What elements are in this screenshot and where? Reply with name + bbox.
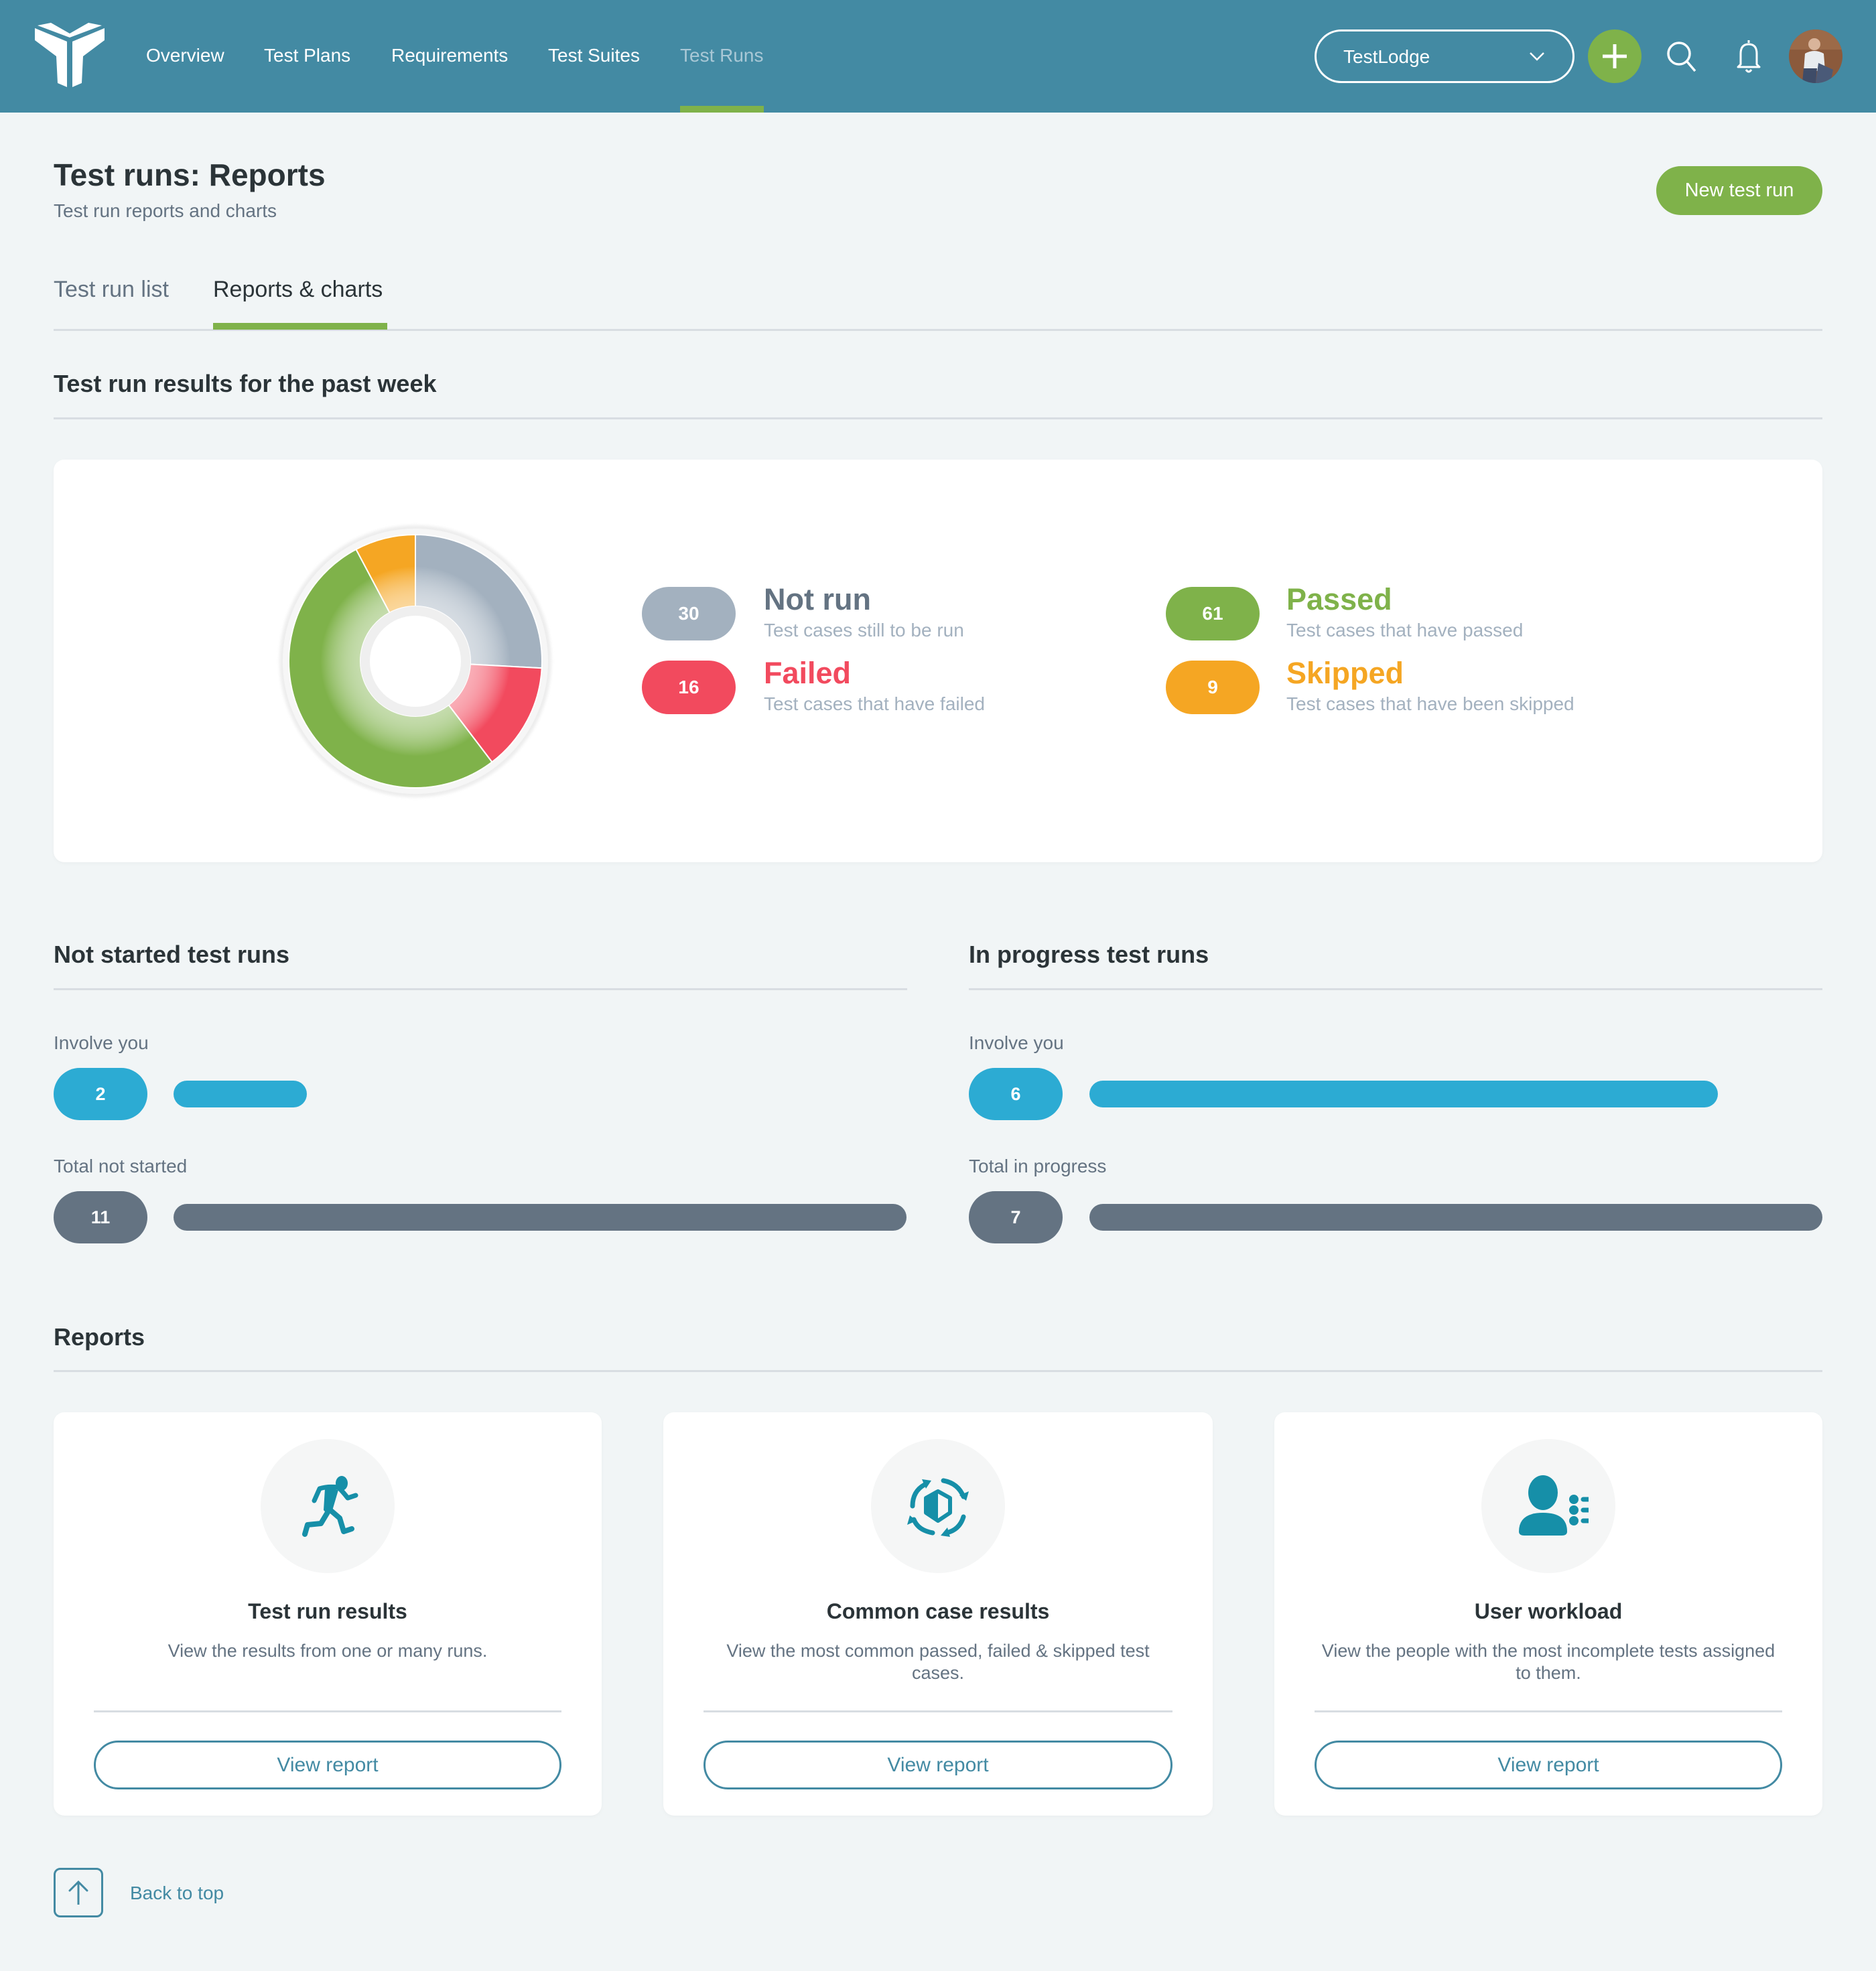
not-started-involve-count: 2 — [54, 1068, 147, 1120]
chevron-down-icon — [1530, 52, 1544, 61]
not-started-involve-label: Involve you — [54, 1032, 149, 1053]
view-report-button[interactable]: View report — [94, 1741, 561, 1789]
reports-divider — [54, 1370, 1822, 1372]
report-card-divider — [704, 1710, 1172, 1712]
nav-test-runs[interactable]: Test Runs — [680, 44, 764, 67]
results-donut-chart — [279, 525, 551, 797]
legend-count-failed: 16 — [642, 661, 736, 714]
bell-icon[interactable] — [1727, 35, 1770, 78]
legend-desc-passed: Test cases that have passed — [1286, 620, 1524, 640]
report-card-test-run-results: Test run results View the results from o… — [54, 1412, 602, 1816]
in-progress-divider — [969, 988, 1822, 990]
report-card-divider — [94, 1710, 561, 1712]
not-started-total-label: Total not started — [54, 1156, 188, 1176]
view-report-button[interactable]: View report — [1315, 1741, 1782, 1789]
report-card-title: Test run results — [248, 1599, 407, 1623]
tab-active-indicator — [213, 323, 387, 330]
not-started-involve-bar — [174, 1081, 307, 1107]
donut-hole — [370, 616, 461, 707]
in-progress-total-label: Total in progress — [969, 1156, 1107, 1176]
legend-count-not-run: 30 — [642, 587, 736, 640]
legend-desc-failed: Test cases that have failed — [764, 693, 985, 714]
project-select-value: TestLodge — [1343, 46, 1430, 67]
report-card-title: Common case results — [826, 1599, 1050, 1623]
in-progress-title: In progress test runs — [969, 941, 1209, 968]
results-divider — [54, 417, 1822, 419]
tab-reports-charts[interactable]: Reports & charts — [213, 276, 383, 303]
nav-overview[interactable]: Overview — [146, 44, 224, 67]
results-chart-card: 30 Not run Test cases still to be run 16… — [54, 460, 1822, 862]
user-avatar[interactable] — [1789, 29, 1842, 83]
plus-icon — [1603, 44, 1627, 68]
new-test-run-button[interactable]: New test run — [1656, 166, 1822, 215]
legend-title-not-run: Not run — [764, 582, 871, 616]
report-icon-circle — [1481, 1439, 1615, 1573]
legend-title-failed: Failed — [764, 656, 852, 690]
back-to-top-button[interactable] — [54, 1868, 103, 1917]
top-navbar: Overview Test Plans Requirements Test Su… — [0, 0, 1876, 113]
in-progress-involve-label: Involve you — [969, 1032, 1064, 1053]
not-started-total-count: 11 — [54, 1191, 147, 1243]
report-icon-circle — [261, 1439, 395, 1573]
view-report-button[interactable]: View report — [704, 1741, 1172, 1789]
results-section-title: Test run results for the past week — [54, 370, 437, 397]
add-button[interactable] — [1588, 29, 1642, 83]
page-subtitle: Test run reports and charts — [54, 200, 277, 221]
report-card-description: View the people with the most incomplete… — [1321, 1641, 1776, 1683]
nav-test-suites[interactable]: Test Suites — [548, 44, 640, 67]
report-card-user-workload: User workload View the people with the m… — [1274, 1412, 1822, 1816]
testlodge-logo[interactable] — [32, 23, 107, 88]
nav-active-indicator — [680, 106, 764, 113]
in-progress-total-bar — [1089, 1204, 1822, 1231]
in-progress-involve-bar — [1089, 1081, 1718, 1107]
search-icon[interactable] — [1660, 35, 1703, 78]
in-progress-total-count: 7 — [969, 1191, 1063, 1243]
legend-title-passed: Passed — [1286, 582, 1392, 616]
legend-desc-skipped: Test cases that have been skipped — [1286, 693, 1574, 714]
in-progress-involve-count: 6 — [969, 1068, 1063, 1120]
legend-count-skipped: 9 — [1166, 661, 1260, 714]
report-card-description: View the results from one or many runs. — [168, 1641, 488, 1661]
project-select[interactable]: TestLodge — [1315, 29, 1574, 83]
nav-test-plans[interactable]: Test Plans — [264, 44, 350, 67]
cycle-cube-icon — [907, 1478, 969, 1537]
reports-title: Reports — [54, 1323, 145, 1351]
report-card-title: User workload — [1474, 1599, 1623, 1623]
user-list-icon — [1519, 1475, 1589, 1536]
not-started-divider — [54, 988, 907, 990]
report-card-common-case-results: Common case results View the most common… — [663, 1412, 1213, 1816]
running-person-icon — [302, 1476, 358, 1537]
report-card-description: View the most common passed, failed & sk… — [726, 1641, 1150, 1683]
avatar-photo — [1789, 29, 1842, 83]
legend-title-skipped: Skipped — [1286, 656, 1404, 690]
legend-count-passed: 61 — [1166, 587, 1260, 640]
nav-requirements[interactable]: Requirements — [391, 44, 508, 67]
legend-desc-not-run: Test cases still to be run — [764, 620, 964, 640]
report-icon-circle — [871, 1439, 1005, 1573]
not-started-total-bar — [174, 1204, 907, 1231]
tab-test-run-list[interactable]: Test run list — [54, 276, 169, 303]
back-to-top-link[interactable]: Back to top — [130, 1882, 224, 1905]
not-started-title: Not started test runs — [54, 941, 290, 968]
page-title: Test runs: Reports — [54, 157, 326, 192]
report-card-divider — [1315, 1710, 1782, 1712]
arrow-up-icon — [68, 1880, 88, 1905]
